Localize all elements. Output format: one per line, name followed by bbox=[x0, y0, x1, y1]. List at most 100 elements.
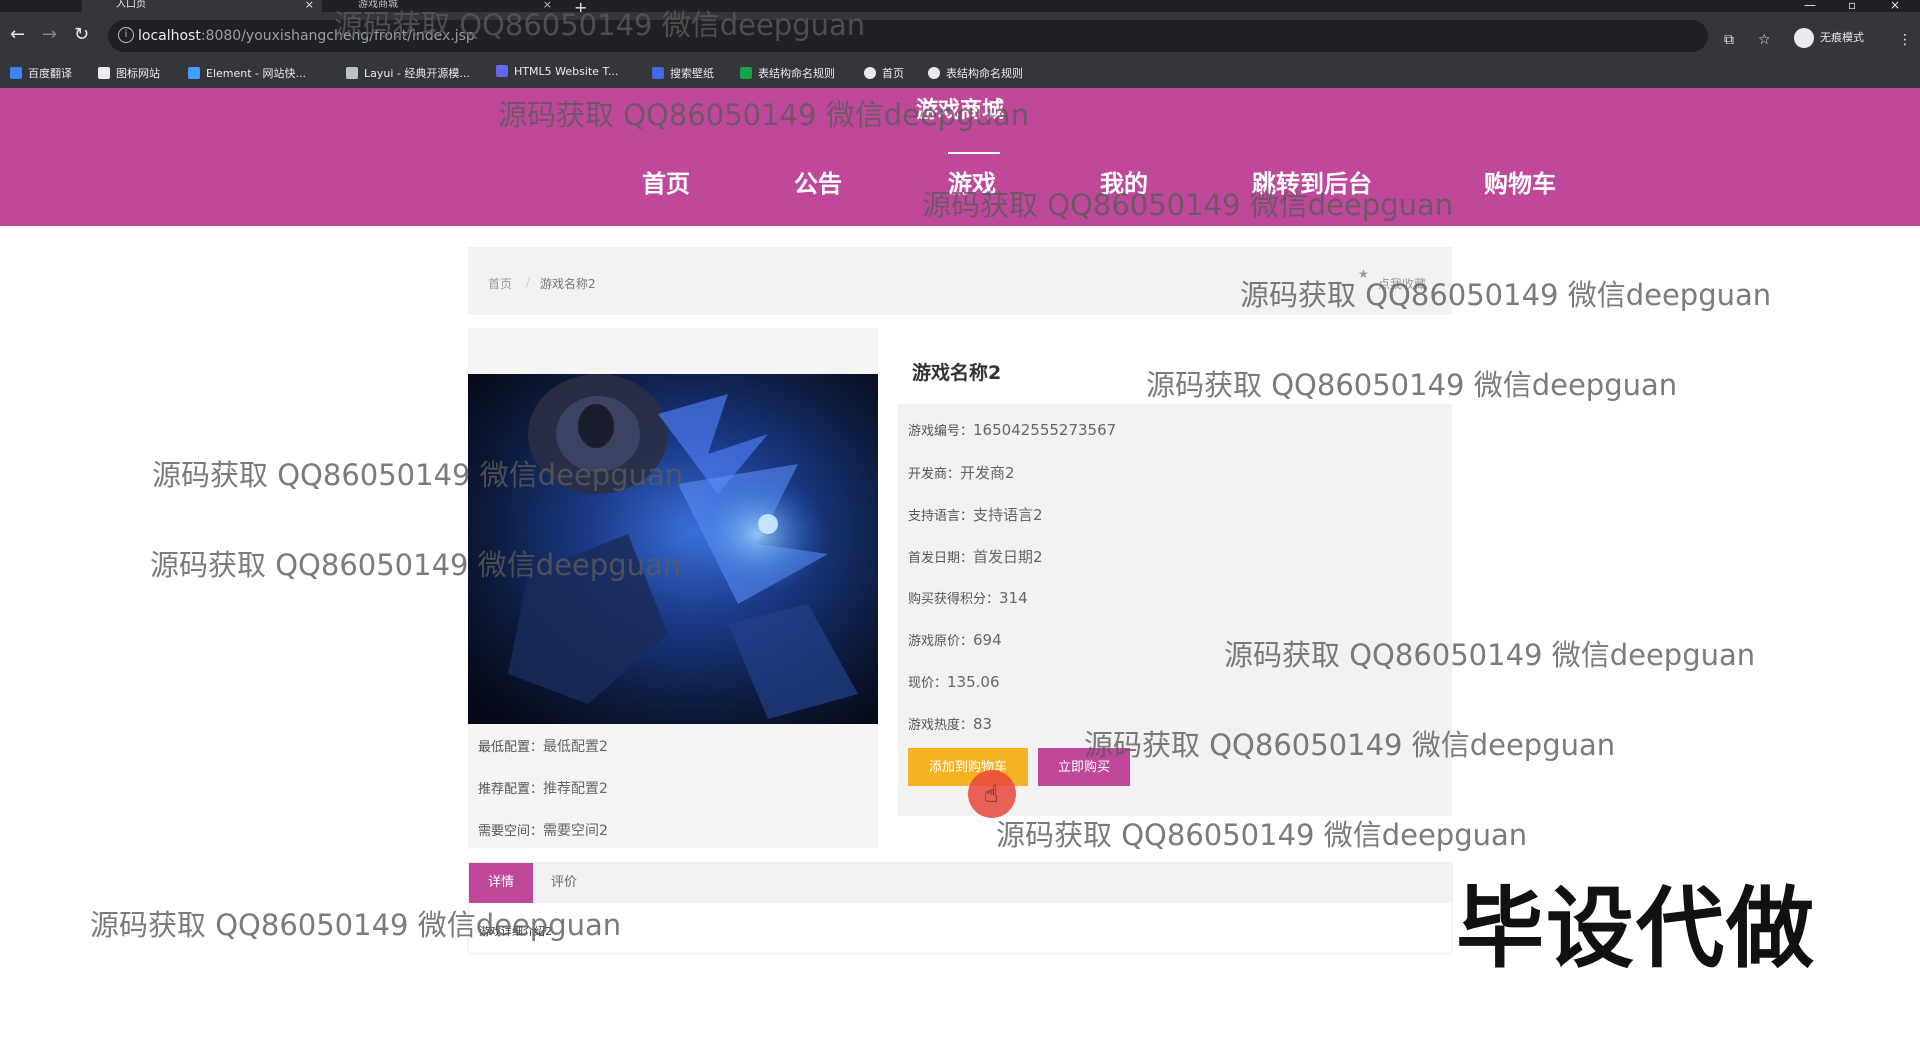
bookmark-label: 搜索壁纸 bbox=[670, 67, 714, 80]
close-tab-icon[interactable]: × bbox=[305, 0, 314, 10]
element-icon bbox=[188, 67, 200, 79]
tab-title: 入口页 bbox=[116, 0, 146, 10]
watermark: 源码获取 QQ86050149 微信deepguan bbox=[150, 548, 682, 582]
html5-icon bbox=[496, 65, 508, 77]
globe-icon bbox=[928, 67, 940, 79]
tabs-bar: 详情 评价 bbox=[469, 863, 1453, 903]
bookmark-label: Layui - 经典开源模... bbox=[364, 67, 470, 80]
watermark: 源码获取 QQ86050149 微信deepguan bbox=[334, 8, 866, 42]
detail-value: 开发商2 bbox=[960, 464, 1015, 482]
detail-label: 游戏原价： bbox=[908, 634, 974, 649]
incognito-icon bbox=[1794, 28, 1814, 48]
min-config: 最低配置：最低配置2 bbox=[478, 736, 608, 756]
nav-home[interactable]: 首页 bbox=[642, 164, 690, 199]
back-icon[interactable]: ← bbox=[10, 26, 25, 44]
detail-label: 首发日期： bbox=[908, 551, 974, 566]
breadcrumb-home[interactable]: 首页 bbox=[488, 275, 512, 292]
bookmark-item[interactable]: HTML5 Website T... bbox=[496, 65, 618, 78]
promo-text: 毕设代做 bbox=[1456, 877, 1817, 980]
bookmark-item[interactable]: 表结构命名规则 bbox=[740, 65, 835, 81]
detail-label: 游戏热度： bbox=[908, 718, 974, 733]
nav-active-indicator bbox=[948, 152, 1000, 154]
detail-value: 694 bbox=[973, 631, 1002, 649]
detail-value: 314 bbox=[999, 589, 1028, 607]
forward-icon[interactable]: → bbox=[42, 26, 57, 44]
detail-value: 首发日期2 bbox=[973, 548, 1043, 566]
reload-icon[interactable]: ↻ bbox=[74, 26, 89, 44]
detail-line: 支持语言：支持语言2 bbox=[908, 504, 1043, 525]
watermark: 源码获取 QQ86050149 微信deepguan bbox=[1146, 368, 1678, 402]
bookmark-item[interactable]: 表结构命名规则 bbox=[928, 65, 1023, 81]
incognito-label: 无痕模式 bbox=[1820, 31, 1864, 44]
bookmark-item[interactable]: 百度翻译 bbox=[10, 65, 72, 81]
watermark: 源码获取 QQ86050149 微信deepguan bbox=[1084, 728, 1616, 762]
nav-notice[interactable]: 公告 bbox=[794, 164, 842, 199]
detail-value: 83 bbox=[973, 715, 993, 733]
browser-tab-strip: 入口页 × 游戏商城 × + — ▫ × bbox=[0, 0, 1920, 17]
breadcrumb-separator: / bbox=[526, 275, 531, 289]
detail-value: 支持语言2 bbox=[973, 506, 1043, 524]
watermark: 源码获取 QQ86050149 微信deepguan bbox=[996, 818, 1528, 852]
tab-detail[interactable]: 详情 bbox=[469, 863, 533, 903]
detail-line: 首发日期：首发日期2 bbox=[908, 546, 1043, 567]
game-image-panel: 最低配置：最低配置2 推荐配置：推荐配置2 需要空间：需要空间2 bbox=[468, 328, 878, 848]
detail-line: 游戏原价：694 bbox=[908, 630, 1002, 649]
translate-bookmark-icon bbox=[10, 67, 22, 79]
detail-label: 购买获得积分： bbox=[908, 592, 1000, 607]
detail-label: 现价： bbox=[908, 676, 948, 691]
watermark: 源码获取 QQ86050149 微信deepguan bbox=[498, 98, 1030, 132]
bookmark-label: HTML5 Website T... bbox=[514, 65, 619, 78]
browser-toolbar: ← → ↻ i localhost:8080/youxishangcheng/f… bbox=[0, 12, 1920, 62]
minimize-icon[interactable]: — bbox=[1804, 0, 1816, 12]
watermark: 源码获取 QQ86050149 微信deepguan bbox=[90, 908, 622, 942]
site-info-icon[interactable]: i bbox=[118, 27, 134, 43]
disk-space-value: 需要空间2 bbox=[543, 823, 608, 839]
bookmark-item[interactable]: Element - 网站快... bbox=[188, 65, 306, 81]
nav-cart[interactable]: 购物车 bbox=[1484, 164, 1556, 199]
detail-line: 开发商：开发商2 bbox=[908, 462, 1015, 483]
disk-space: 需要空间：需要空间2 bbox=[478, 820, 608, 840]
globe-icon bbox=[864, 67, 876, 79]
menu-dots-icon[interactable]: ⋮ bbox=[1898, 32, 1912, 48]
browser-tab-active[interactable]: 入口页 × bbox=[82, 0, 322, 12]
sheet-icon bbox=[740, 67, 752, 79]
bookmark-label: 百度翻译 bbox=[28, 67, 72, 80]
flag-icon bbox=[98, 67, 110, 79]
detail-line: 游戏热度：83 bbox=[908, 714, 992, 733]
translate-icon[interactable]: ⧉ bbox=[1724, 32, 1734, 48]
breadcrumb-current: 游戏名称2 bbox=[540, 277, 596, 291]
rec-config-value: 推荐配置2 bbox=[543, 781, 608, 797]
bookmark-label: 首页 bbox=[882, 67, 904, 80]
incognito-indicator[interactable]: 无痕模式 bbox=[1794, 28, 1864, 48]
detail-line: 购买获得积分：314 bbox=[908, 588, 1028, 607]
watermark: 源码获取 QQ86050149 微信deepguan bbox=[1224, 638, 1756, 672]
bookmark-label: 表结构命名规则 bbox=[758, 67, 835, 80]
url-host: localhost bbox=[138, 28, 201, 44]
watermark: 源码获取 QQ86050149 微信deepguan bbox=[922, 188, 1454, 222]
bookmark-item[interactable]: 搜索壁纸 bbox=[652, 65, 714, 81]
rec-config: 推荐配置：推荐配置2 bbox=[478, 778, 608, 798]
detail-value: 165042555273567 bbox=[973, 421, 1117, 439]
bookmarks-bar: 百度翻译 图标网站 Element - 网站快... Layui - 经典开源模… bbox=[0, 58, 1920, 88]
bookmark-item[interactable]: Layui - 经典开源模... bbox=[346, 65, 470, 81]
hand-cursor-icon: ☝ bbox=[984, 780, 999, 808]
layui-icon bbox=[346, 67, 358, 79]
disk-space-label: 需要空间： bbox=[478, 824, 544, 839]
detail-label: 开发商： bbox=[908, 467, 961, 482]
bookmark-item[interactable]: 首页 bbox=[864, 65, 904, 81]
bookmark-star-icon[interactable]: ☆ bbox=[1758, 32, 1771, 48]
detail-label: 支持语言： bbox=[908, 509, 974, 524]
tab-review[interactable]: 评价 bbox=[551, 863, 577, 903]
min-config-value: 最低配置2 bbox=[543, 739, 608, 755]
watermark: 源码获取 QQ86050149 微信deepguan bbox=[1240, 278, 1772, 312]
bookmark-label: 表结构命名规则 bbox=[946, 67, 1023, 80]
maximize-icon[interactable]: ▫ bbox=[1848, 0, 1856, 12]
min-config-label: 最低配置： bbox=[478, 740, 544, 755]
wallpaper-icon bbox=[652, 67, 664, 79]
detail-line: 游戏编号：165042555273567 bbox=[908, 420, 1116, 439]
window-close-icon[interactable]: × bbox=[1890, 0, 1900, 12]
detail-label: 游戏编号： bbox=[908, 424, 974, 439]
watermark: 源码获取 QQ86050149 微信deepguan bbox=[152, 458, 684, 492]
bookmark-label: 图标网站 bbox=[116, 67, 160, 80]
bookmark-item[interactable]: 图标网站 bbox=[98, 65, 160, 81]
